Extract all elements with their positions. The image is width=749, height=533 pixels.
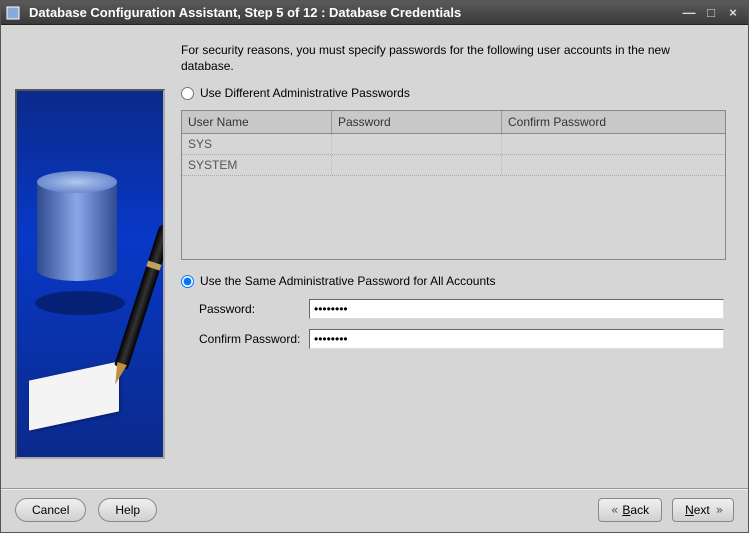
- titlebar[interactable]: Database Configuration Assistant, Step 5…: [1, 1, 748, 25]
- wizard-content: For security reasons, you must specify p…: [181, 43, 734, 480]
- password-row: Password:: [199, 299, 734, 319]
- help-button[interactable]: Help: [98, 498, 157, 522]
- cancel-button[interactable]: Cancel: [15, 498, 86, 522]
- confirm-password-label: Confirm Password:: [199, 332, 309, 346]
- back-button[interactable]: « Back: [598, 498, 662, 522]
- app-icon: [5, 5, 21, 21]
- chevron-left-icon: «: [611, 503, 616, 517]
- window-title: Database Configuration Assistant, Step 5…: [29, 5, 682, 20]
- radio-same-label: Use the Same Administrative Password for…: [200, 274, 495, 288]
- table-row: SYS: [182, 134, 725, 155]
- radio-same[interactable]: [181, 275, 194, 288]
- dbca-window: Database Configuration Assistant, Step 5…: [0, 0, 749, 533]
- cell-password[interactable]: [332, 155, 502, 175]
- confirm-password-row: Confirm Password:: [199, 329, 734, 349]
- option-different-passwords[interactable]: Use Different Administrative Passwords: [181, 86, 734, 100]
- cell-username: SYS: [182, 134, 332, 154]
- cell-username: SYSTEM: [182, 155, 332, 175]
- cell-confirm[interactable]: [502, 155, 725, 175]
- close-icon[interactable]: ×: [726, 5, 740, 20]
- wizard-graphic: [15, 89, 165, 459]
- col-confirm: Confirm Password: [502, 111, 725, 133]
- intro-text: For security reasons, you must specify p…: [181, 43, 734, 74]
- col-username: User Name: [182, 111, 332, 133]
- wizard-body: For security reasons, you must specify p…: [1, 25, 748, 488]
- confirm-password-input[interactable]: [309, 329, 724, 349]
- radio-different-label: Use Different Administrative Passwords: [200, 86, 410, 100]
- table-header: User Name Password Confirm Password: [182, 111, 725, 134]
- wizard-footer: Cancel Help « Back Next »: [1, 488, 748, 532]
- next-button[interactable]: Next »: [672, 498, 734, 522]
- option-same-password[interactable]: Use the Same Administrative Password for…: [181, 274, 734, 288]
- password-input[interactable]: [309, 299, 724, 319]
- table-row: SYSTEM: [182, 155, 725, 176]
- maximize-icon[interactable]: □: [704, 5, 718, 20]
- minimize-icon[interactable]: —: [682, 5, 696, 20]
- password-label: Password:: [199, 302, 309, 316]
- credentials-table: User Name Password Confirm Password SYS …: [181, 110, 726, 260]
- col-password: Password: [332, 111, 502, 133]
- cell-confirm[interactable]: [502, 134, 725, 154]
- chevron-right-icon: »: [716, 503, 721, 517]
- cell-password[interactable]: [332, 134, 502, 154]
- radio-different[interactable]: [181, 87, 194, 100]
